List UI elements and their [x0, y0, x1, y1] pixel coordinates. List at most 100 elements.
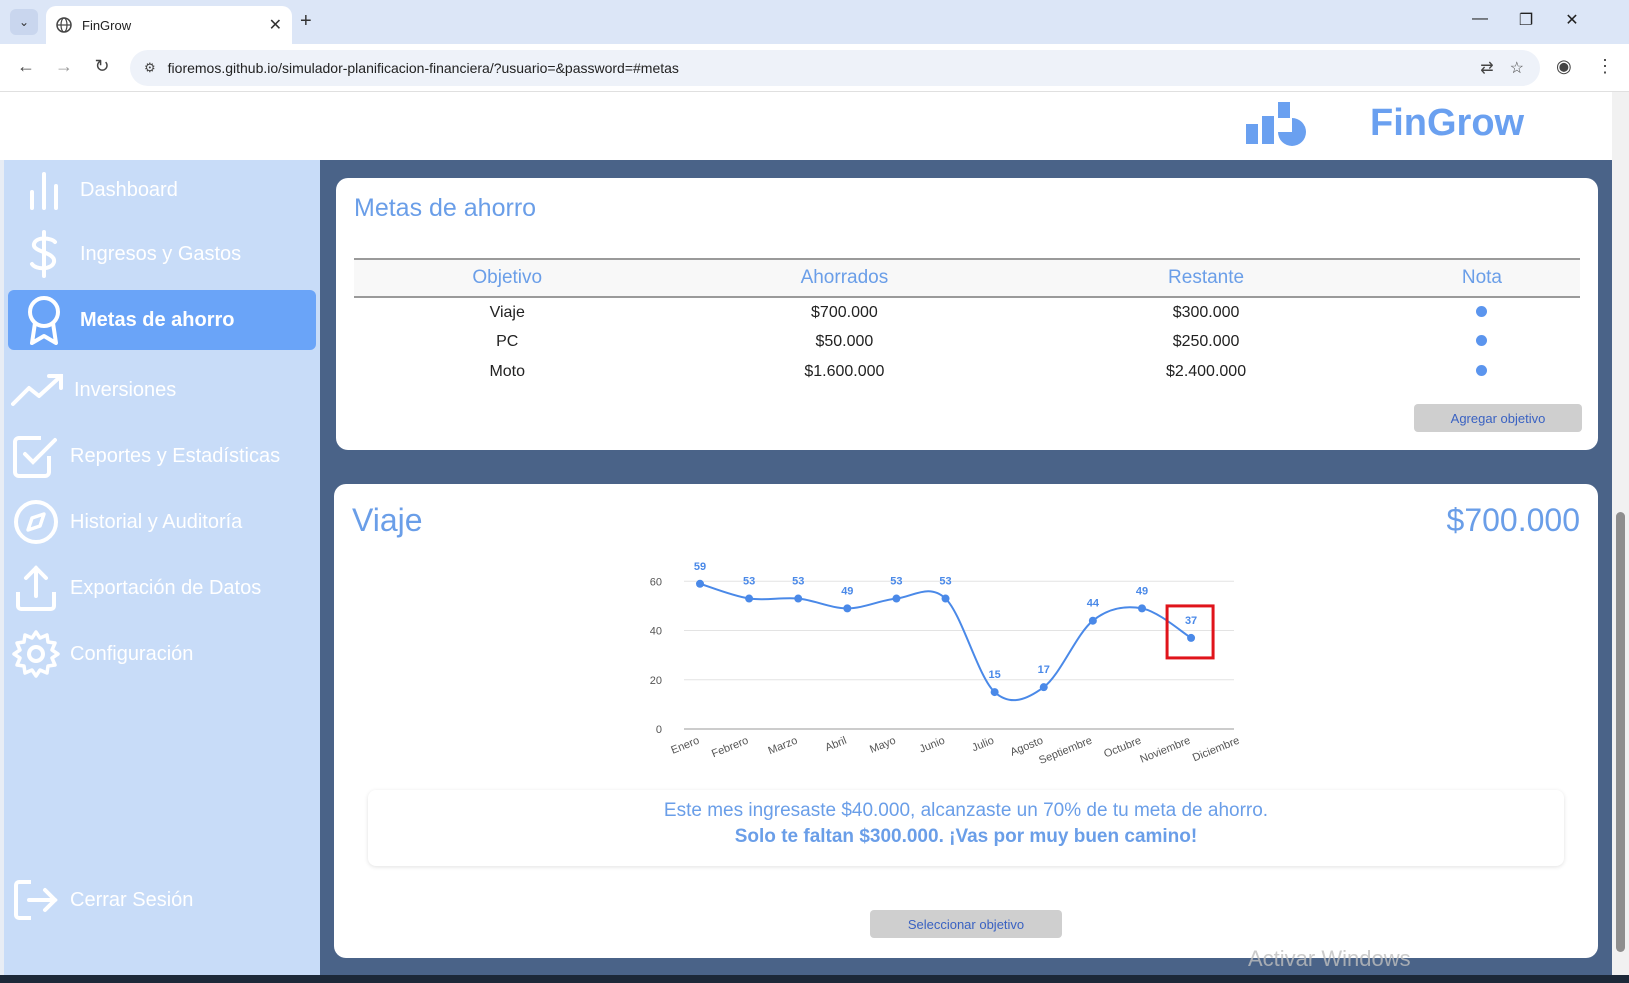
- minimize-icon[interactable]: —: [1468, 10, 1492, 28]
- new-tab-icon[interactable]: +: [300, 10, 312, 33]
- data-point: [1088, 616, 1097, 625]
- reload-icon[interactable]: ↻: [90, 56, 114, 77]
- cell-nota: [1384, 357, 1580, 387]
- sidebar-item-ingresos-gastos[interactable]: Ingresos y Gastos: [8, 224, 316, 284]
- y-tick-label: 60: [650, 576, 662, 588]
- x-tick-label: Diciembre: [1191, 735, 1241, 765]
- logout-button[interactable]: Cerrar Sesión: [8, 870, 316, 930]
- goal-detail-card: Viaje $700.000 0 20 40 60 59 53 53 49 53 53 15 17 44…: [334, 484, 1598, 958]
- site-info-icon[interactable]: ⚙: [144, 60, 156, 76]
- sidebar-item-label: Configuración: [70, 642, 194, 665]
- check-square-icon: [13, 436, 57, 478]
- cell-nota: [1384, 327, 1580, 357]
- gear-icon: [12, 630, 60, 678]
- data-point: [1187, 633, 1196, 642]
- column-header-objetivo: Objetivo: [472, 267, 543, 288]
- data-point: [794, 594, 803, 603]
- table-row[interactable]: Viaje $700.000 $300.000: [354, 297, 1580, 327]
- sidebar-item-exportacion[interactable]: Exportación de Datos: [8, 558, 316, 618]
- browser-toolbar: ← → ↻ ⚙ fioremos.github.io/simulador-pla…: [0, 44, 1629, 92]
- scrollbar-thumb[interactable]: [1616, 512, 1625, 952]
- address-bar[interactable]: ⚙ fioremos.github.io/simulador-planifica…: [130, 50, 1540, 86]
- goal-detail-amount: $700.000: [1446, 502, 1580, 538]
- data-label: 44: [1087, 598, 1100, 610]
- select-goal-button[interactable]: Seleccionar objetivo: [870, 910, 1062, 938]
- note-dot-icon[interactable]: [1476, 365, 1488, 376]
- bar-chart-icon: [30, 172, 58, 210]
- section-title: Metas de ahorro: [354, 194, 537, 222]
- x-tick-label: Febrero: [710, 735, 750, 761]
- sidebar-item-metas-ahorro[interactable]: Metas de ahorro: [8, 290, 316, 350]
- logout-label: Cerrar Sesión: [70, 888, 194, 911]
- bookmark-star-icon[interactable]: ☆: [1510, 58, 1524, 78]
- data-point: [745, 594, 754, 603]
- sidebar-item-label: Metas de ahorro: [80, 308, 235, 331]
- table-header-row: Objetivo Ahorrados Restante Nota: [354, 259, 1580, 297]
- sidebar-item-reportes[interactable]: Reportes y Estadísticas: [8, 426, 316, 486]
- page-scrollbar[interactable]: [1612, 92, 1629, 975]
- data-label: 49: [841, 585, 853, 597]
- url-text[interactable]: fioremos.github.io/simulador-planificaci…: [168, 60, 1481, 76]
- profile-icon[interactable]: ◉: [1556, 56, 1572, 77]
- add-goal-button[interactable]: Agregar objetivo: [1414, 404, 1582, 432]
- cell-nota: [1384, 297, 1580, 327]
- logout-icon: [14, 880, 58, 920]
- close-tab-icon[interactable]: ✕: [269, 15, 282, 35]
- close-window-icon[interactable]: ✕: [1560, 10, 1584, 30]
- logo-icon: [1246, 102, 1306, 146]
- sidebar-item-label: Exportación de Datos: [70, 576, 262, 599]
- note-dot-icon[interactable]: [1476, 335, 1488, 346]
- sidebar-item-label: Historial y Auditoría: [70, 510, 243, 533]
- tab-search-dropdown-icon[interactable]: ⌄: [10, 9, 38, 35]
- x-tick-label: Marzo: [767, 735, 800, 758]
- x-tick-label: Julio: [970, 735, 995, 755]
- sidebar-item-dashboard[interactable]: Dashboard: [8, 160, 316, 220]
- cell-ahorrados: $1.600.000: [804, 363, 885, 380]
- y-tick-label: 0: [656, 724, 662, 736]
- cell-restante: $300.000: [1172, 303, 1240, 321]
- data-point: [990, 688, 999, 697]
- dollar-icon: [30, 230, 57, 278]
- upload-icon: [16, 565, 56, 611]
- data-point: [941, 594, 950, 603]
- browser-tab-bar: ⌄ FinGrow ✕ + — ❐ ✕: [0, 0, 1629, 44]
- data-label: 49: [1136, 585, 1148, 597]
- data-point: [892, 594, 901, 603]
- table-row[interactable]: Moto $1.600.000 $2.400.000: [354, 357, 1580, 387]
- translate-icon[interactable]: ⇄: [1480, 58, 1493, 78]
- data-point: [843, 604, 852, 613]
- restore-icon[interactable]: ❐: [1514, 10, 1538, 30]
- summary-text: Este mes ingresaste $40.000, alcanzaste …: [663, 800, 1269, 821]
- os-taskbar: [0, 975, 1629, 983]
- data-point: [696, 579, 704, 588]
- data-label: 59: [694, 561, 706, 573]
- column-header-ahorrados: Ahorrados: [800, 267, 889, 288]
- data-point: [1137, 604, 1146, 613]
- table-row[interactable]: PC $50.000 $250.000: [354, 327, 1580, 357]
- back-icon[interactable]: ←: [14, 56, 38, 77]
- globe-icon: [56, 17, 72, 33]
- sidebar-item-label: Dashboard: [80, 178, 178, 201]
- tab-title: FinGrow: [82, 17, 132, 33]
- y-tick-label: 20: [650, 675, 662, 687]
- x-tick-label: Enero: [669, 735, 701, 757]
- summary-highlight-text: Solo te faltan $300.000. ¡Vas por muy bu…: [734, 826, 1198, 847]
- data-label: 15: [989, 669, 1001, 681]
- column-header-nota: Nota: [1461, 267, 1502, 288]
- forward-icon[interactable]: →: [52, 56, 76, 77]
- browser-menu-icon[interactable]: ⋮: [1596, 56, 1614, 77]
- sidebar-item-historial[interactable]: Historial y Auditoría: [8, 492, 316, 552]
- goal-detail-title: Viaje: [352, 502, 423, 538]
- data-label: 53: [792, 576, 804, 588]
- note-dot-icon[interactable]: [1476, 305, 1488, 317]
- sidebar-item-label: Ingresos y Gastos: [80, 242, 242, 265]
- data-label: 53: [743, 576, 755, 588]
- column-header-restante: Restante: [1168, 267, 1245, 288]
- x-tick-label: Junio: [918, 735, 947, 756]
- browser-tab[interactable]: FinGrow ✕: [46, 6, 292, 44]
- sidebar-item-inversiones[interactable]: Inversiones: [8, 360, 316, 420]
- x-tick-label: Septiembre: [1037, 735, 1094, 767]
- cell-objetivo: Viaje: [489, 303, 525, 321]
- sidebar-item-label: Inversiones: [74, 378, 177, 401]
- sidebar-item-configuracion[interactable]: Configuración: [8, 624, 316, 684]
